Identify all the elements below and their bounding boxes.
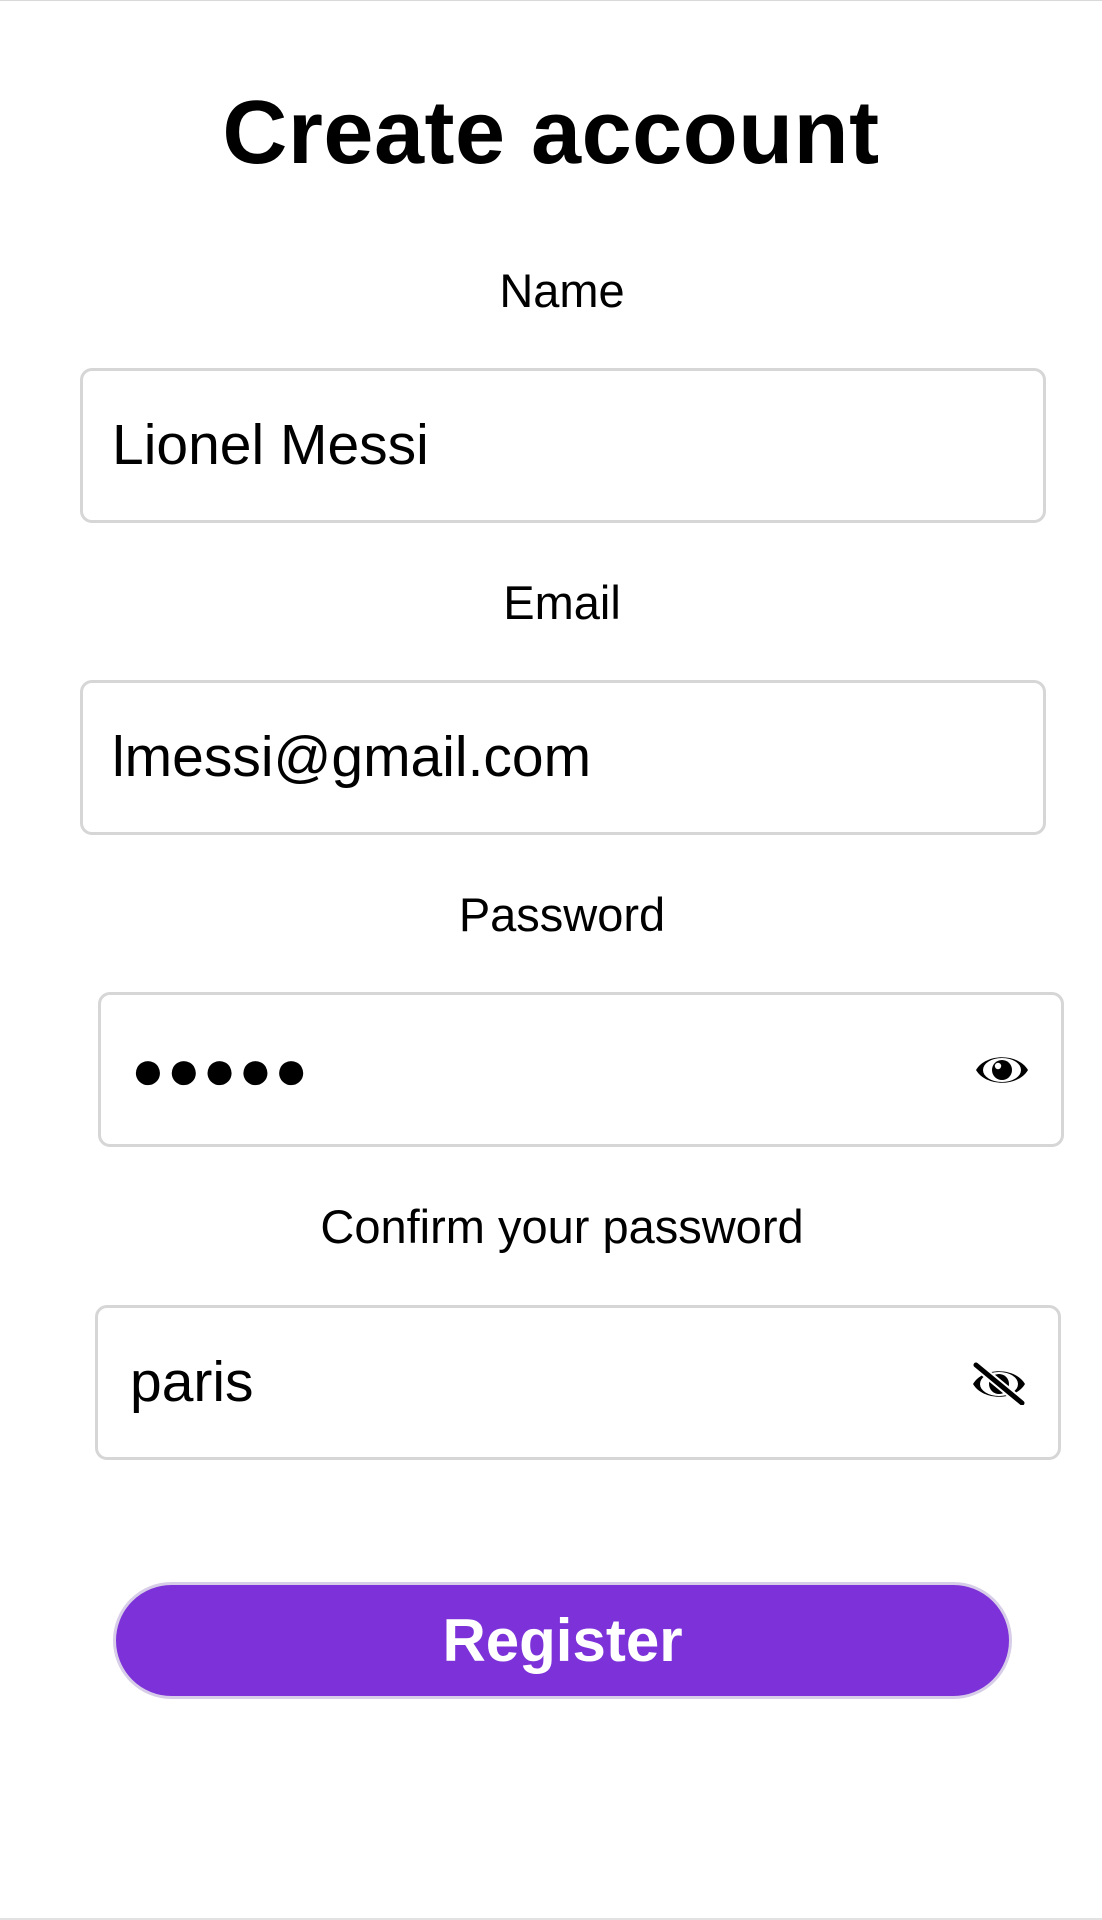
name-value: Lionel Messi: [112, 413, 429, 477]
page-title: Create account: [222, 83, 880, 183]
name-field[interactable]: Lionel Messi: [80, 368, 1046, 523]
email-field[interactable]: lmessi@gmail.com: [80, 680, 1046, 835]
name-label: Name: [499, 264, 625, 317]
register-button[interactable]: Register: [113, 1582, 1012, 1699]
confirm-password-field[interactable]: paris: [95, 1305, 1061, 1460]
eye-icon[interactable]: [973, 1049, 1031, 1091]
password-label: Password: [458, 888, 666, 941]
eye-off-icon[interactable]: [970, 1360, 1028, 1405]
email-label: Email: [503, 576, 621, 629]
password-value: ●●●●●: [131, 1038, 311, 1101]
confirm-password-value: paris: [130, 1350, 254, 1414]
create-account-screen: Create account Name Lionel Messi Email l…: [0, 0, 1102, 1920]
confirm-password-label: Confirm your password: [320, 1200, 804, 1253]
email-value: lmessi@gmail.com: [112, 725, 592, 789]
password-field[interactable]: ●●●●●: [98, 992, 1064, 1147]
